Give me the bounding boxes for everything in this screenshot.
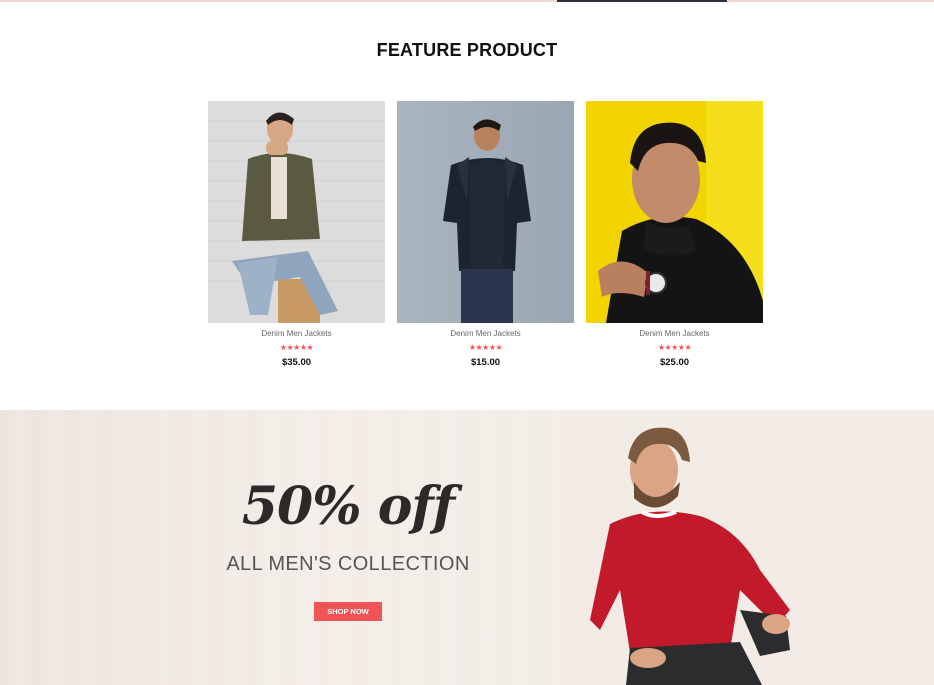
- promo-model-image: [590, 420, 800, 685]
- product-image[interactable]: [586, 101, 763, 323]
- product-price: $15.00: [470, 357, 501, 368]
- product-name[interactable]: Denim Men Jackets: [208, 329, 385, 339]
- product-price: $35.00: [281, 357, 312, 368]
- promo-background: [0, 410, 560, 685]
- product-image[interactable]: [208, 101, 385, 323]
- rating-stars: ★★★★★: [468, 343, 503, 352]
- product-image[interactable]: [397, 101, 574, 323]
- rating-stars: ★★★★★: [279, 343, 314, 352]
- product-card[interactable]: Denim Men Jackets ★★★★★ $25.00: [586, 101, 763, 369]
- product-card[interactable]: Denim Men Jackets ★★★★★ $35.00: [208, 101, 385, 369]
- product-price: $25.00: [659, 357, 690, 368]
- product-name[interactable]: Denim Men Jackets: [586, 329, 763, 339]
- top-banner-edge: [0, 0, 934, 2]
- product-grid: Denim Men Jackets ★★★★★ $35.00 Denim Men…: [208, 101, 763, 381]
- promo-subtitle: ALL MEN'S COLLECTION: [226, 553, 470, 575]
- promo-headline: 50% off: [241, 476, 455, 537]
- product-card[interactable]: Denim Men Jackets ★★★★★ $15.00: [397, 101, 574, 369]
- top-banner-image-edge: [557, 0, 727, 2]
- promo-banner: 50% off ALL MEN'S COLLECTION SHOP NOW: [0, 410, 934, 685]
- section-title: FEATURE PRODUCT: [376, 40, 558, 60]
- rating-stars: ★★★★★: [657, 343, 692, 352]
- shop-now-button[interactable]: SHOP NOW: [314, 602, 382, 621]
- product-name[interactable]: Denim Men Jackets: [397, 329, 574, 339]
